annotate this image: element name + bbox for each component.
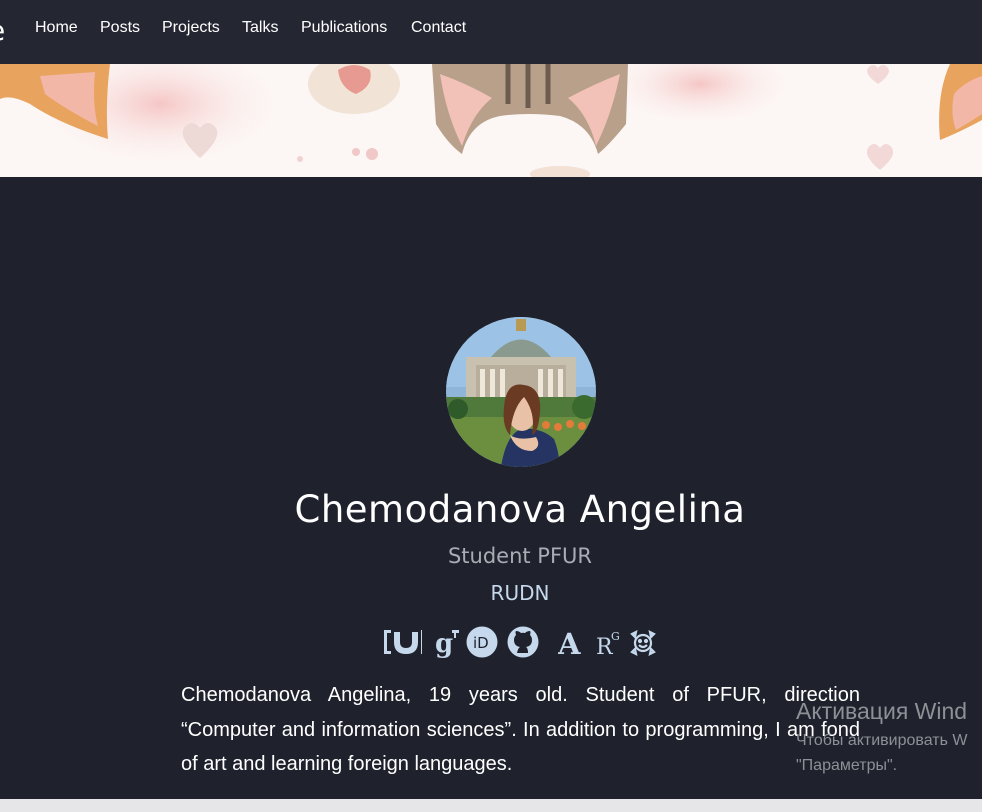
nav-projects[interactable]: Projects (162, 19, 220, 37)
banner-illustration (0, 64, 982, 177)
svg-text:A: A (558, 627, 581, 658)
avatar (446, 317, 596, 467)
nav-home[interactable]: Home (35, 19, 78, 37)
avatar-photo (446, 317, 596, 467)
profile-role: Student PFUR (447, 544, 593, 568)
google-scholar-icon[interactable]: g (434, 626, 460, 658)
windows-activation-line2: "Параметры". (796, 757, 898, 774)
svg-text:iD: iD (473, 634, 489, 652)
nav-contact[interactable]: Contact (411, 19, 466, 37)
site-brand[interactable]: e (0, 14, 5, 47)
navbar: e Home Posts Projects Talks Publications… (0, 0, 982, 64)
github-icon[interactable] (507, 626, 539, 658)
gravatar-icon[interactable] (629, 626, 657, 658)
svg-text:g: g (435, 629, 453, 658)
profile-name: Chemodanova Angelina (294, 488, 746, 531)
profile-organization[interactable]: RUDN (0, 581, 982, 605)
profile-bio: Chemodanova Angelina, 19 years old. Stud… (181, 684, 860, 775)
svg-text:G: G (611, 630, 620, 643)
nav-talks[interactable]: Talks (242, 19, 278, 37)
nav-publications[interactable]: Publications (301, 19, 387, 37)
researchgate-icon[interactable]: R G (596, 626, 622, 658)
nav-posts[interactable]: Posts (100, 19, 140, 37)
orcid-icon[interactable]: iD (466, 626, 498, 658)
cv-icon[interactable] (382, 626, 424, 658)
windows-activation-line1: Чтобы активировать W (796, 732, 968, 749)
footer-edge (0, 799, 982, 812)
windows-activation-title: Активация Wind (796, 698, 968, 724)
academia-icon[interactable]: A (558, 626, 586, 658)
hero-banner-image (0, 64, 982, 177)
